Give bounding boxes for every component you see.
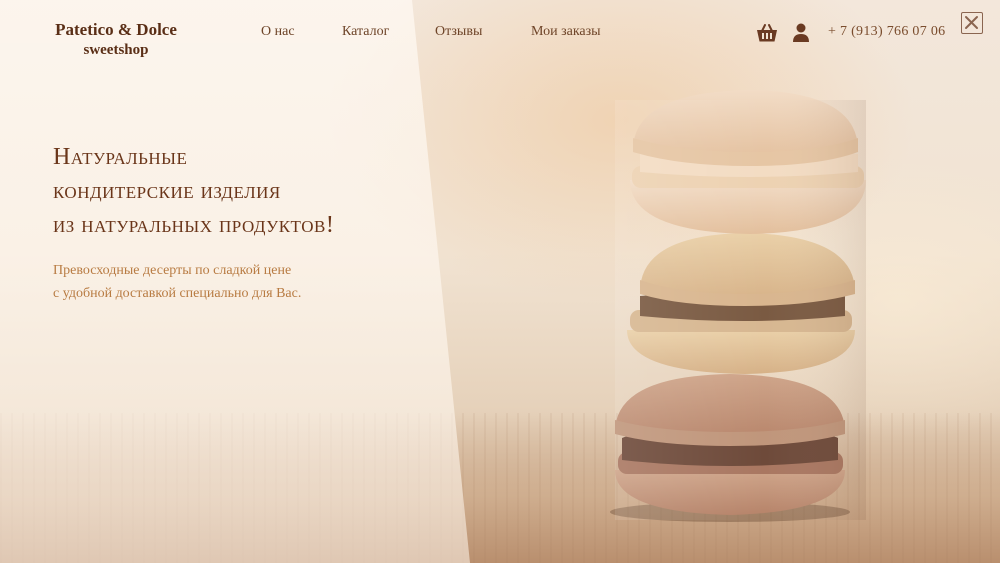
user-icon[interactable] xyxy=(792,23,810,43)
nav-item-reviews[interactable]: Отзывы xyxy=(435,24,482,40)
phone-number[interactable]: + 7 (913) 766 07 06 xyxy=(828,24,945,40)
hero-headline-line: кондитерские изделия xyxy=(53,178,281,204)
nav-item-my-orders[interactable]: Мои заказы xyxy=(531,24,601,40)
macaron-stack-image xyxy=(610,90,866,522)
brand-logo[interactable]: Patetico & Dolce sweetshop xyxy=(46,20,186,59)
nav-item-catalog[interactable]: Каталог xyxy=(342,24,389,40)
brand-tagline: sweetshop xyxy=(83,42,149,58)
hero-headline-line: из натуральных продуктов! xyxy=(53,212,335,238)
basket-icon[interactable] xyxy=(756,23,778,43)
hero-subtitle-line: с удобной доставкой специально для Вас. xyxy=(53,286,302,301)
hero-headline-line: Натуральные xyxy=(53,144,188,170)
page: Patetico & Dolce sweetshop О нас Каталог… xyxy=(0,0,1000,563)
nav-item-about[interactable]: О нас xyxy=(261,24,295,40)
hero-subtitle-line: Превосходные десерты по сладкой цене xyxy=(53,263,292,278)
close-icon xyxy=(965,16,978,29)
hero-headline: Натуральные кондитерские изделия из нату… xyxy=(53,140,453,242)
close-button[interactable] xyxy=(961,12,983,34)
hero-subtitle: Превосходные десерты по сладкой цене с у… xyxy=(53,259,383,305)
brand-name: Patetico & Dolce xyxy=(55,20,177,39)
